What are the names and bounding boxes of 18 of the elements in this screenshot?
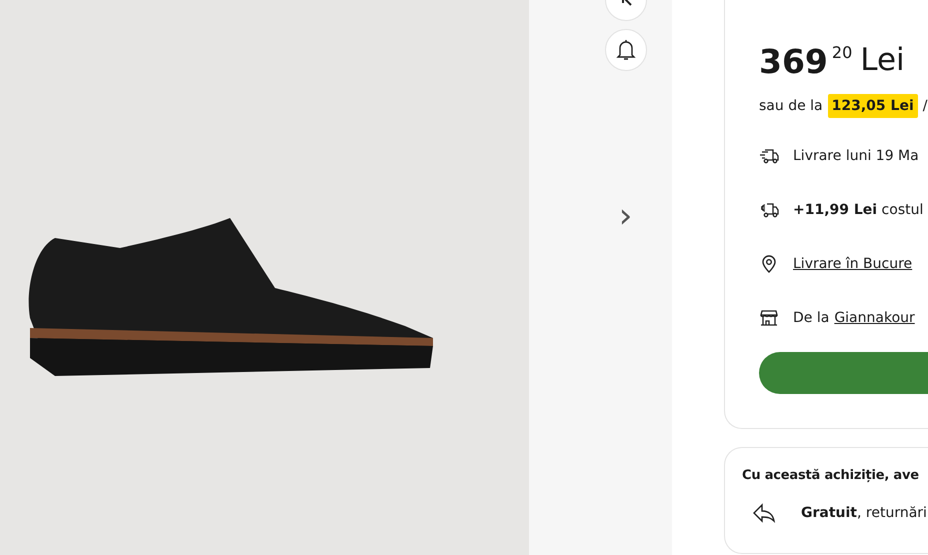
price-currency: Lei bbox=[860, 45, 905, 76]
return-arrow-icon bbox=[752, 503, 776, 523]
notification-button[interactable] bbox=[604, 29, 646, 71]
bell-icon bbox=[616, 39, 636, 61]
delivery-text: +11,99 Lei costul bbox=[793, 202, 924, 218]
price-decimals: 20 bbox=[832, 45, 852, 61]
delivery-text: Livrare luni 19 Ma bbox=[793, 148, 919, 164]
store-icon bbox=[759, 308, 779, 328]
next-image-button[interactable]: › bbox=[618, 199, 632, 233]
seller-label: De la bbox=[793, 310, 830, 326]
installment-amount: 123,05 Lei bbox=[828, 94, 918, 118]
benefits-title: Cu această achiziție, ave bbox=[742, 468, 920, 483]
delivery-location-link[interactable]: Livrare în Bucure bbox=[793, 256, 912, 272]
installment-separator: / bbox=[922, 98, 928, 114]
seller-link[interactable]: Giannakour bbox=[834, 310, 915, 326]
installment-text: sau de la bbox=[759, 98, 823, 114]
price-integer: 369 bbox=[759, 45, 828, 78]
benefit-text: Gratuit, returnări bbox=[801, 505, 927, 521]
